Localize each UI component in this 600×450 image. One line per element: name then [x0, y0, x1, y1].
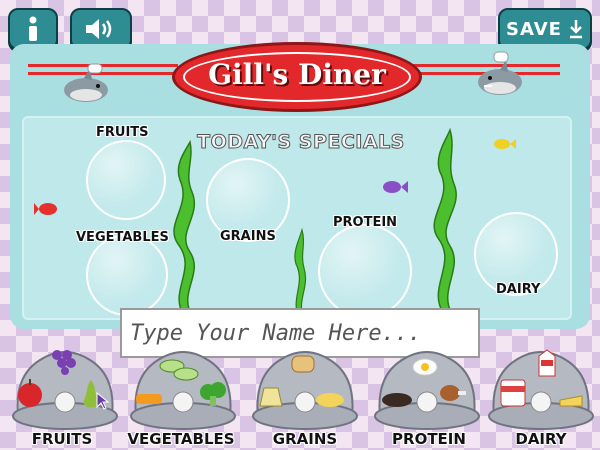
bubble-label-dairy: DAIRY: [496, 282, 541, 297]
grapes-icon: [52, 350, 76, 375]
seaweed-icon: [173, 140, 195, 316]
download-icon: [569, 20, 582, 39]
diner-title: Gill's Diner: [208, 58, 386, 91]
purple-fish-icon: [383, 181, 408, 193]
carrot-icon: [136, 394, 162, 404]
protein-tray[interactable]: [372, 346, 482, 430]
tray-label-fruits: FRUITS: [31, 430, 93, 448]
cursor-icon: [96, 392, 110, 410]
bubble-label-vegetables: VEGETABLES: [76, 230, 169, 245]
broccoli-icon: [200, 382, 226, 406]
tray-label-grains: GRAINS: [272, 430, 338, 448]
save-label: SAVE: [506, 18, 562, 40]
yellow-fish-icon: [494, 139, 516, 149]
fruits-tray[interactable]: [10, 346, 120, 430]
tray-label-vegetables: VEGETABLES: [127, 430, 235, 448]
yogurt-icon: [500, 379, 526, 407]
diner-sign: Gill's Diner: [172, 42, 422, 112]
seaweed-right-icon: [433, 128, 457, 314]
speaker-icon: [86, 19, 112, 39]
specials-heading: TODAY'S SPECIALS: [197, 131, 405, 154]
info-icon: [29, 16, 37, 41]
pasta-icon: [316, 393, 344, 407]
seaweed-small-icon: [294, 228, 307, 318]
bubble-vegetables[interactable]: [86, 234, 168, 316]
apple-icon: [18, 379, 42, 407]
dairy-tray[interactable]: [486, 346, 596, 430]
milk-carton-icon: [538, 349, 556, 377]
red-fish-icon: [34, 203, 57, 215]
bubble-label-fruits: FRUITS: [96, 125, 149, 140]
bubble-label-grains: GRAINS: [220, 229, 276, 244]
cheese-icon: [559, 395, 583, 407]
grain-bag-icon: [259, 387, 283, 407]
beans-icon: [382, 393, 412, 407]
bubble-fruits[interactable]: [86, 140, 166, 220]
bubble-protein[interactable]: [318, 224, 412, 318]
shark-chef-right-icon: [478, 51, 522, 95]
bread-icon: [291, 355, 315, 373]
drumstick-icon: [440, 385, 466, 401]
shark-chef-left-icon: [64, 63, 108, 102]
tray-label-protein: PROTEIN: [392, 430, 466, 448]
bubble-label-protein: PROTEIN: [333, 215, 398, 230]
grains-tray[interactable]: [250, 346, 360, 430]
vegetables-tray[interactable]: [128, 346, 238, 430]
tray-label-dairy: DAIRY: [515, 430, 567, 448]
egg-icon: [412, 358, 438, 376]
cucumber-icon: [159, 359, 199, 381]
